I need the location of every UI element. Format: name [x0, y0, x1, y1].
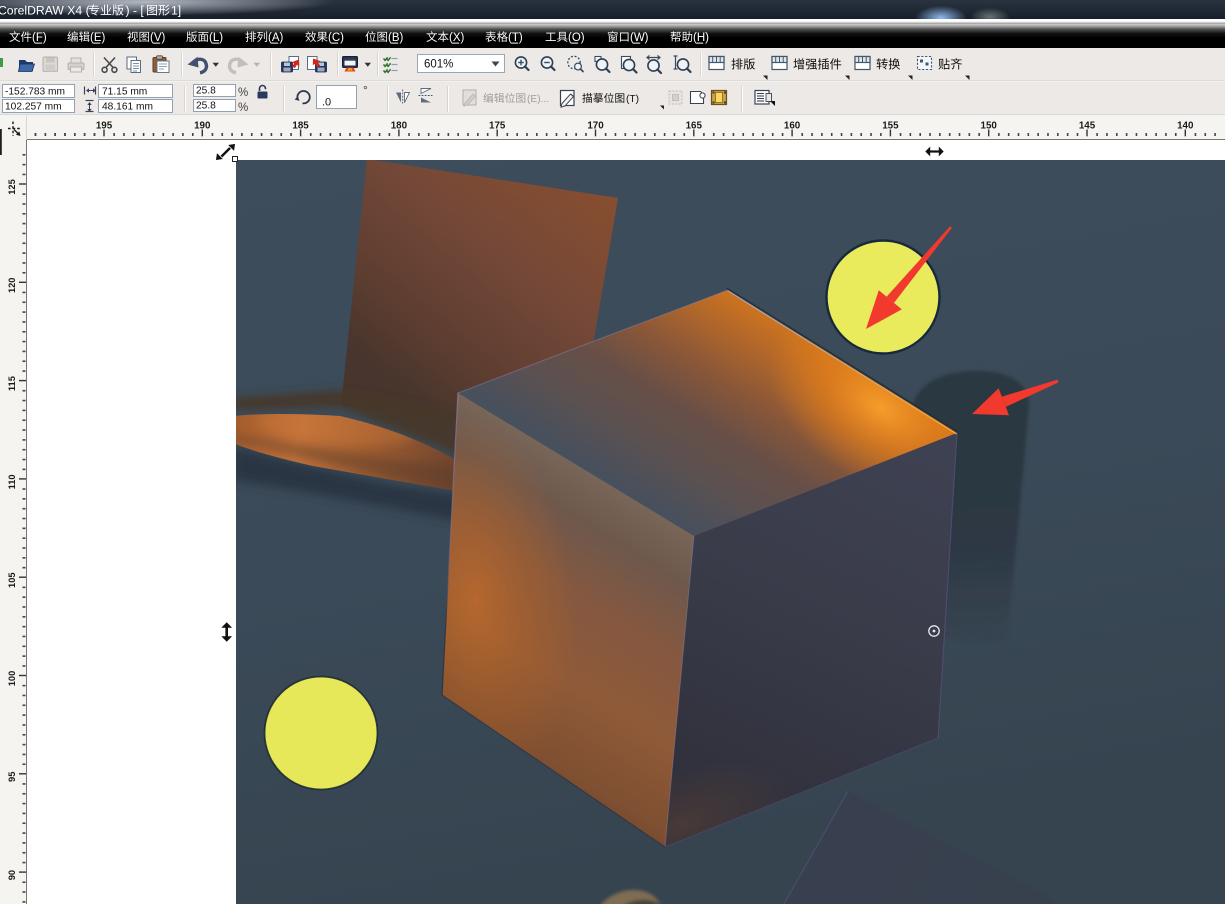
svg-text:25.8: 25.8	[196, 100, 216, 111]
svg-text:25.8: 25.8	[196, 85, 216, 96]
svg-text:601%: 601%	[424, 59, 453, 71]
svg-text:102.257 mm: 102.257 mm	[5, 101, 62, 112]
svg-text:(W): (W)	[630, 32, 649, 44]
svg-text:(X): (X)	[449, 32, 465, 44]
svg-text:100: 100	[7, 671, 17, 687]
svg-text:(C): (C)	[328, 32, 344, 44]
svg-text:71.15 mm: 71.15 mm	[102, 86, 147, 97]
svg-text:(A): (A)	[268, 32, 284, 44]
svg-text:105: 105	[7, 572, 17, 588]
svg-text:125: 125	[7, 179, 17, 195]
svg-text:(O): (O)	[568, 32, 585, 44]
svg-text:(F): (F)	[32, 32, 47, 44]
svg-text:48.161 mm: 48.161 mm	[102, 101, 153, 112]
svg-text:%: %	[238, 87, 248, 99]
svg-text:1]: 1]	[171, 4, 181, 18]
svg-text:(E)...: (E)...	[527, 94, 549, 105]
svg-text:%: %	[238, 102, 248, 114]
svg-text:90: 90	[7, 870, 17, 880]
svg-text:120: 120	[7, 278, 17, 294]
svg-text:°: °	[363, 83, 368, 97]
svg-text:95: 95	[7, 772, 17, 782]
svg-text:.0: .0	[322, 96, 331, 108]
svg-text:(L): (L)	[209, 32, 223, 44]
svg-text:(T): (T)	[626, 94, 639, 105]
svg-text:) - [: ) - [	[126, 4, 145, 18]
svg-text:(V): (V)	[150, 32, 166, 44]
svg-text:-152.783 mm: -152.783 mm	[5, 86, 65, 97]
svg-text:(H): (H)	[693, 32, 709, 44]
svg-text:110: 110	[7, 474, 17, 489]
svg-text:115: 115	[7, 376, 17, 391]
svg-text:CorelDRAW X4 (: CorelDRAW X4 (	[0, 4, 90, 18]
svg-text:(T): (T)	[508, 32, 523, 44]
svg-text:(B): (B)	[388, 32, 404, 44]
svg-text:(E): (E)	[90, 32, 106, 44]
